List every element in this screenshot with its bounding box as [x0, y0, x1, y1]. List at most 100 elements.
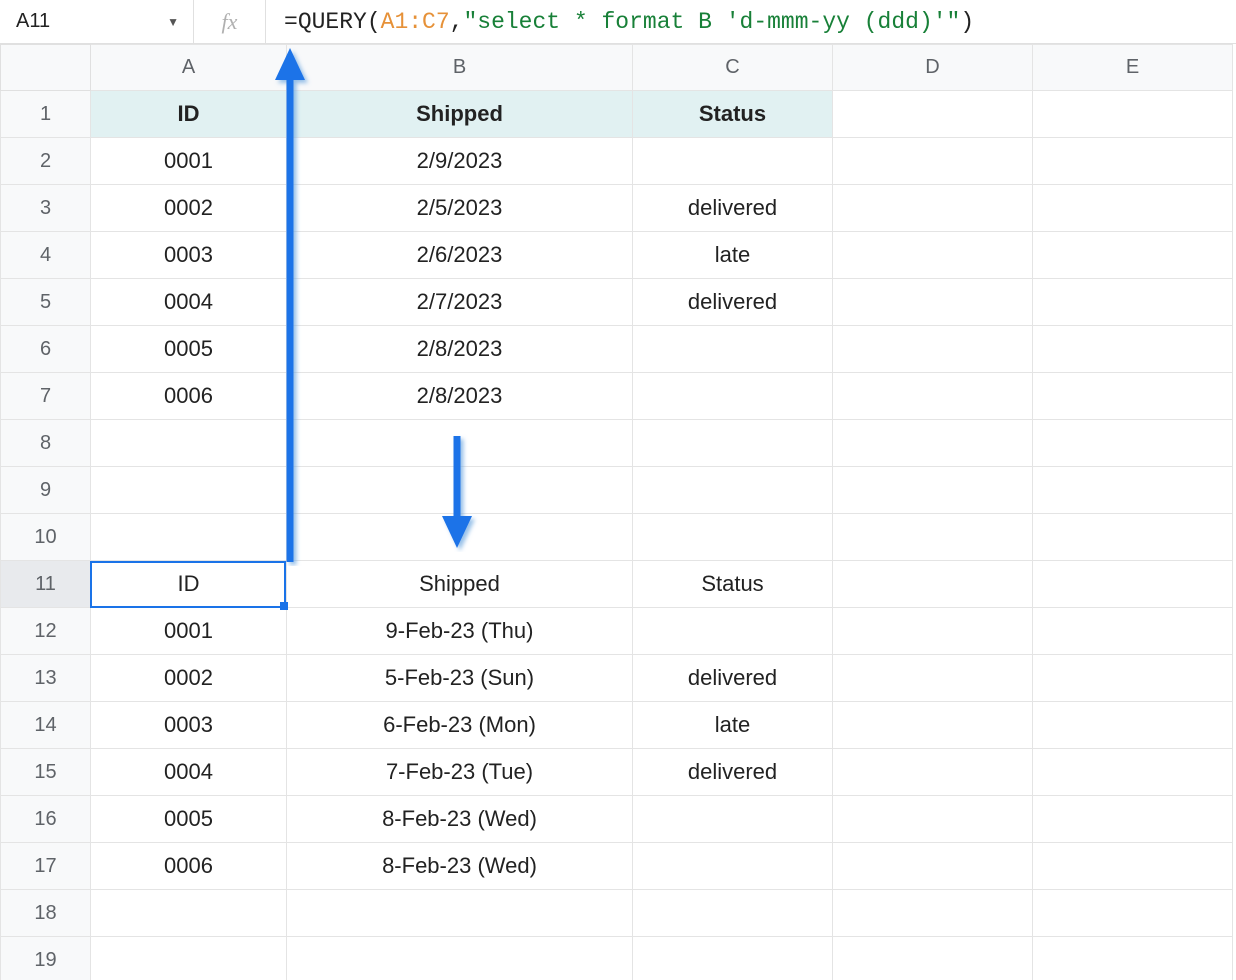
cell-B3[interactable]: 2/5/2023 [287, 185, 633, 232]
cell-A4[interactable]: 0003 [91, 232, 287, 279]
cell-A17[interactable]: 0006 [91, 843, 287, 890]
cell-E19[interactable] [1033, 937, 1233, 980]
cell-D16[interactable] [833, 796, 1033, 843]
cell-A14[interactable]: 0003 [91, 702, 287, 749]
cell-B15[interactable]: 7-Feb-23 (Tue) [287, 749, 633, 796]
cell-E3[interactable] [1033, 185, 1233, 232]
col-header-D[interactable]: D [833, 45, 1033, 91]
cell-C4[interactable]: late [633, 232, 833, 279]
chevron-down-icon[interactable]: ▼ [167, 15, 179, 29]
cell-E13[interactable] [1033, 655, 1233, 702]
cell-C18[interactable] [633, 890, 833, 937]
cell-D11[interactable] [833, 561, 1033, 608]
cell-E17[interactable] [1033, 843, 1233, 890]
cell-B12[interactable]: 9-Feb-23 (Thu) [287, 608, 633, 655]
cell-B10[interactable] [287, 514, 633, 561]
cell-C19[interactable] [633, 937, 833, 980]
cell-A7[interactable]: 0006 [91, 373, 287, 420]
cell-D10[interactable] [833, 514, 1033, 561]
cell-E7[interactable] [1033, 373, 1233, 420]
cell-E16[interactable] [1033, 796, 1233, 843]
row-header[interactable]: 11 [1, 561, 91, 608]
row-header[interactable]: 3 [1, 185, 91, 232]
name-box[interactable]: A11 ▼ [0, 0, 194, 43]
cell-C17[interactable] [633, 843, 833, 890]
cell-A12[interactable]: 0001 [91, 608, 287, 655]
row-header[interactable]: 9 [1, 467, 91, 514]
cell-C11[interactable]: Status [633, 561, 833, 608]
cell-B11[interactable]: Shipped [287, 561, 633, 608]
cell-B19[interactable] [287, 937, 633, 980]
cell-E2[interactable] [1033, 138, 1233, 185]
cell-A1[interactable]: ID [91, 91, 287, 138]
cell-C12[interactable] [633, 608, 833, 655]
cell-D12[interactable] [833, 608, 1033, 655]
row-header[interactable]: 18 [1, 890, 91, 937]
col-header-B[interactable]: B [287, 45, 633, 91]
col-header-A[interactable]: A [91, 45, 287, 91]
cell-A6[interactable]: 0005 [91, 326, 287, 373]
row-header[interactable]: 16 [1, 796, 91, 843]
row-header[interactable]: 12 [1, 608, 91, 655]
cell-B9[interactable] [287, 467, 633, 514]
cell-C8[interactable] [633, 420, 833, 467]
cell-C2[interactable] [633, 138, 833, 185]
cell-E9[interactable] [1033, 467, 1233, 514]
cell-E6[interactable] [1033, 326, 1233, 373]
cell-B17[interactable]: 8-Feb-23 (Wed) [287, 843, 633, 890]
cell-B8[interactable] [287, 420, 633, 467]
cell-C10[interactable] [633, 514, 833, 561]
cell-C14[interactable]: late [633, 702, 833, 749]
cell-E4[interactable] [1033, 232, 1233, 279]
cell-C6[interactable] [633, 326, 833, 373]
cell-A15[interactable]: 0004 [91, 749, 287, 796]
cell-A19[interactable] [91, 937, 287, 980]
row-header[interactable]: 2 [1, 138, 91, 185]
cell-A18[interactable] [91, 890, 287, 937]
row-header[interactable]: 17 [1, 843, 91, 890]
formula-input[interactable]: =QUERY(A1:C7,"select * format B 'd-mmm-y… [266, 0, 1236, 43]
cell-E5[interactable] [1033, 279, 1233, 326]
row-header[interactable]: 15 [1, 749, 91, 796]
row-header[interactable]: 5 [1, 279, 91, 326]
cell-D8[interactable] [833, 420, 1033, 467]
cell-A3[interactable]: 0002 [91, 185, 287, 232]
cell-A11[interactable]: ID [91, 561, 287, 608]
cell-C7[interactable] [633, 373, 833, 420]
cell-D3[interactable] [833, 185, 1033, 232]
cell-C3[interactable]: delivered [633, 185, 833, 232]
cell-A10[interactable] [91, 514, 287, 561]
cell-D4[interactable] [833, 232, 1033, 279]
cell-B13[interactable]: 5-Feb-23 (Sun) [287, 655, 633, 702]
cell-A13[interactable]: 0002 [91, 655, 287, 702]
cell-E18[interactable] [1033, 890, 1233, 937]
cell-B16[interactable]: 8-Feb-23 (Wed) [287, 796, 633, 843]
cell-D1[interactable] [833, 91, 1033, 138]
cell-C15[interactable]: delivered [633, 749, 833, 796]
cell-A5[interactable]: 0004 [91, 279, 287, 326]
row-header[interactable]: 8 [1, 420, 91, 467]
row-header[interactable]: 13 [1, 655, 91, 702]
col-header-E[interactable]: E [1033, 45, 1233, 91]
cell-B4[interactable]: 2/6/2023 [287, 232, 633, 279]
select-all-corner[interactable] [1, 45, 91, 91]
cell-B18[interactable] [287, 890, 633, 937]
cell-D6[interactable] [833, 326, 1033, 373]
cell-B6[interactable]: 2/8/2023 [287, 326, 633, 373]
cell-D2[interactable] [833, 138, 1033, 185]
cell-D7[interactable] [833, 373, 1033, 420]
col-header-C[interactable]: C [633, 45, 833, 91]
cell-E1[interactable] [1033, 91, 1233, 138]
cell-E14[interactable] [1033, 702, 1233, 749]
row-header[interactable]: 1 [1, 91, 91, 138]
cell-D18[interactable] [833, 890, 1033, 937]
row-header[interactable]: 10 [1, 514, 91, 561]
cell-B14[interactable]: 6-Feb-23 (Mon) [287, 702, 633, 749]
cell-C1[interactable]: Status [633, 91, 833, 138]
row-header[interactable]: 7 [1, 373, 91, 420]
cell-D19[interactable] [833, 937, 1033, 980]
cell-C13[interactable]: delivered [633, 655, 833, 702]
cell-C9[interactable] [633, 467, 833, 514]
cell-E12[interactable] [1033, 608, 1233, 655]
row-header[interactable]: 19 [1, 937, 91, 980]
